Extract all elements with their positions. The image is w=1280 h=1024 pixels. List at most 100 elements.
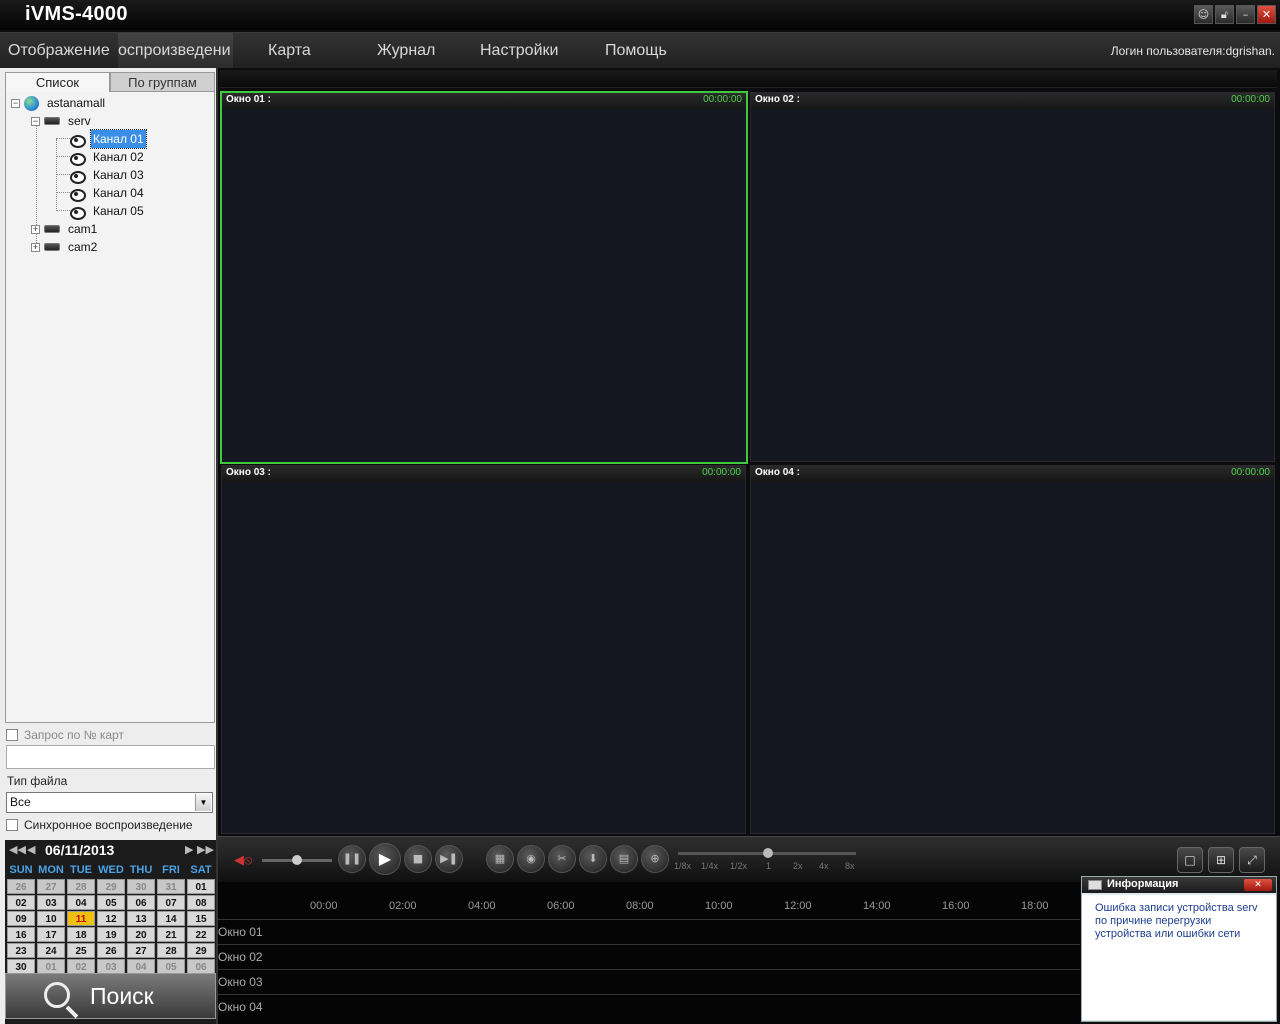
calendar-day[interactable]: 15: [187, 911, 215, 926]
tree-channel-05[interactable]: Канал 05: [70, 202, 146, 220]
calendar-day[interactable]: 19: [97, 927, 125, 942]
tree-channel-03[interactable]: Канал 03: [70, 166, 146, 184]
collapse-icon[interactable]: −: [11, 98, 20, 108]
sync-checkbox[interactable]: [6, 819, 18, 831]
calendar-day[interactable]: 04: [127, 959, 155, 974]
zoom-icon[interactable]: ⊕: [641, 845, 669, 873]
volume-knob[interactable]: [292, 855, 302, 865]
calendar-day[interactable]: 21: [157, 927, 185, 942]
speed-slider[interactable]: [678, 848, 856, 858]
calendar-day[interactable]: 11: [67, 911, 95, 926]
calendar-day[interactable]: 30: [127, 879, 155, 894]
calendar-day[interactable]: 09: [7, 911, 35, 926]
calendar-day[interactable]: 03: [97, 959, 125, 974]
file-type-select[interactable]: Все ▼: [6, 792, 213, 813]
calendar-day[interactable]: 01: [187, 879, 215, 894]
next-month-icon[interactable]: ▶: [185, 843, 193, 856]
prev-year-icon[interactable]: ◀◀: [9, 843, 26, 856]
pause-button[interactable]: ❚❚: [338, 845, 366, 873]
collapse-icon[interactable]: −: [31, 116, 40, 126]
tree-channel-04[interactable]: Канал 04: [70, 184, 146, 202]
video-window-01[interactable]: Окно 01 : 00:00:00: [220, 91, 748, 464]
frame-step-button[interactable]: ▶❚: [435, 845, 463, 873]
calendar-day[interactable]: 16: [7, 927, 35, 942]
tree-node-root[interactable]: − astanamall: [11, 94, 107, 112]
calendar-day[interactable]: 22: [187, 927, 215, 942]
calendar-day[interactable]: 07: [157, 895, 185, 910]
calendar-day[interactable]: 27: [37, 879, 65, 894]
download-icon[interactable]: ⬇: [579, 845, 607, 873]
lock-icon[interactable]: 🔓︎: [1215, 5, 1234, 24]
save-icon[interactable]: ▤: [610, 845, 638, 873]
calendar-day[interactable]: 20: [127, 927, 155, 942]
calendar-day[interactable]: 14: [157, 911, 185, 926]
menu-map[interactable]: Карта: [268, 42, 311, 60]
calendar-day[interactable]: 04: [67, 895, 95, 910]
menu-display[interactable]: Отображение: [8, 42, 110, 60]
calendar-day[interactable]: 05: [97, 895, 125, 910]
timeline[interactable]: 00:00 02:00 04:00 06:00 08:00 10:00 12:0…: [218, 882, 1080, 1024]
tree-node-cam2[interactable]: + cam2: [31, 238, 99, 256]
calendar-day[interactable]: 31: [157, 879, 185, 894]
video-window-04[interactable]: Окно 04 : 00:00:00: [750, 465, 1275, 834]
calendar-day[interactable]: 25: [67, 943, 95, 958]
clip-icon[interactable]: ✂: [548, 845, 576, 873]
layout-quad-icon[interactable]: ⊞: [1208, 847, 1234, 873]
menu-settings[interactable]: Настройки: [480, 42, 558, 60]
fullscreen-icon[interactable]: ⤢: [1239, 847, 1265, 873]
timeline-row[interactable]: Окно 02: [218, 944, 1080, 968]
calendar-day[interactable]: 26: [97, 943, 125, 958]
speed-knob[interactable]: [763, 848, 773, 858]
calendar-day[interactable]: 23: [7, 943, 35, 958]
menu-log[interactable]: Журнал: [377, 42, 435, 60]
calendar-day[interactable]: 18: [67, 927, 95, 942]
tree-channel-02[interactable]: Канал 02: [70, 148, 146, 166]
calendar-day[interactable]: 10: [37, 911, 65, 926]
video-window-03[interactable]: Окно 03 : 00:00:00: [221, 465, 746, 834]
tab-list[interactable]: Список: [5, 72, 110, 92]
calendar-day[interactable]: 30: [7, 959, 35, 974]
prev-month-icon[interactable]: ◀: [27, 843, 35, 856]
calendar-day[interactable]: 24: [37, 943, 65, 958]
calendar-day[interactable]: 29: [187, 943, 215, 958]
menu-help[interactable]: Помощь: [605, 42, 667, 60]
timeline-row[interactable]: Окно 03: [218, 969, 1080, 993]
calendar-day[interactable]: 17: [37, 927, 65, 942]
video-window-02[interactable]: Окно 02 : 00:00:00: [750, 92, 1275, 462]
calendar-day[interactable]: 06: [187, 959, 215, 974]
expand-icon[interactable]: +: [31, 224, 40, 234]
layout-single-icon[interactable]: □: [1177, 847, 1203, 873]
calendar-day[interactable]: 05: [157, 959, 185, 974]
card-query-checkbox[interactable]: [6, 729, 18, 741]
tree-node-cam1[interactable]: + cam1: [31, 220, 99, 238]
calendar-day[interactable]: 02: [7, 895, 35, 910]
calendar-day[interactable]: 28: [157, 943, 185, 958]
close-button[interactable]: ✕: [1257, 5, 1276, 24]
info-close-button[interactable]: ✕: [1244, 879, 1272, 891]
chevron-down-icon[interactable]: ▼: [195, 794, 211, 811]
stop-button[interactable]: ■: [404, 845, 432, 873]
calendar-day[interactable]: 29: [97, 879, 125, 894]
mute-icon[interactable]: ◀⦸: [234, 853, 252, 868]
calendar-day[interactable]: 03: [37, 895, 65, 910]
calendar-day[interactable]: 12: [97, 911, 125, 926]
expand-icon[interactable]: +: [31, 242, 40, 252]
tree-node-serv[interactable]: − serv: [31, 112, 93, 130]
tab-groups[interactable]: По группам: [110, 72, 215, 92]
calendar-day[interactable]: 13: [127, 911, 155, 926]
search-button[interactable]: Поиск: [5, 973, 216, 1019]
minimize-button[interactable]: –: [1236, 5, 1255, 24]
calendar-day[interactable]: 02: [67, 959, 95, 974]
card-query-input[interactable]: [6, 745, 215, 769]
user-icon[interactable]: ☺: [1194, 5, 1213, 24]
capture-layout-icon[interactable]: ▦: [486, 845, 514, 873]
timeline-row[interactable]: Окно 04: [218, 994, 1080, 1018]
calendar-day[interactable]: 26: [7, 879, 35, 894]
calendar-day[interactable]: 01: [37, 959, 65, 974]
calendar-day[interactable]: 28: [67, 879, 95, 894]
snapshot-icon[interactable]: ◉: [517, 845, 545, 873]
next-year-icon[interactable]: ▶▶: [197, 843, 214, 856]
calendar-day[interactable]: 27: [127, 943, 155, 958]
calendar-day[interactable]: 06: [127, 895, 155, 910]
timeline-row[interactable]: Окно 01: [218, 919, 1080, 943]
